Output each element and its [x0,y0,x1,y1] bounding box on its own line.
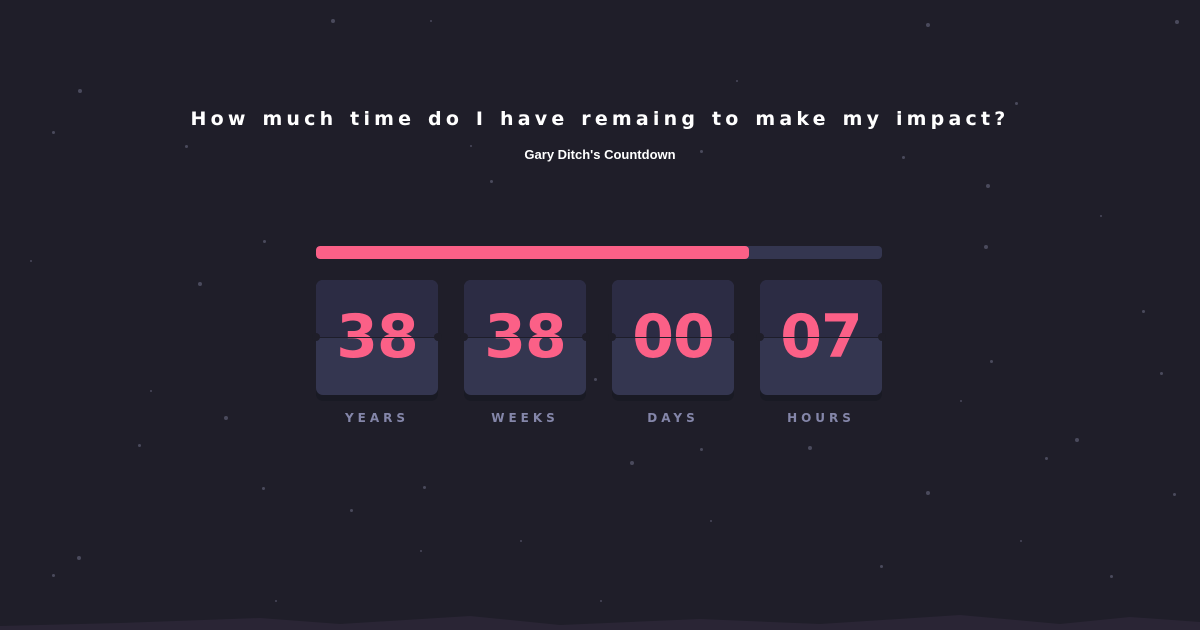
star-dot [150,390,152,392]
star-dot [77,556,81,560]
flip-card: 07 [756,280,886,395]
star-dot [600,600,602,602]
countdown-unit-years: 38 YEARS [312,280,442,425]
star-dot [1175,20,1179,24]
star-dot [520,540,522,542]
star-dot [423,486,426,489]
countdown-label: HOURS [787,411,855,425]
star-dot [52,131,55,134]
progress-bar-fill [316,246,749,259]
star-dot [1075,438,1079,442]
star-dot [1160,372,1163,375]
star-dot [926,23,930,27]
star-dot [880,565,883,568]
star-dot [78,89,82,93]
star-dot [1045,457,1048,460]
star-dot [1173,493,1176,496]
star-dot [710,520,712,522]
star-dot [984,245,988,249]
star-dot [1015,102,1018,105]
countdown-unit-days: 00 DAYS [608,280,738,425]
star-dot [262,487,265,490]
flip-card: 00 [608,280,738,395]
countdown-unit-weeks: 38 WEEKS [460,280,590,425]
star-dot [1100,215,1102,217]
star-dot [986,184,990,188]
star-dot [736,80,738,82]
star-dot [960,400,962,402]
countdown-timer: 38 YEARS 38 WEEKS 00 DAYS 07 HOURS [312,280,886,440]
countdown-label: DAYS [647,411,699,425]
star-dot [420,550,422,552]
star-dot [1110,575,1113,578]
star-dot [490,180,493,183]
star-dot [198,282,202,286]
star-dot [430,20,432,22]
star-dot [224,416,228,420]
page-title: How much time do I have remaing to make … [190,108,1010,130]
star-dot [990,360,993,363]
flip-card: 38 [460,280,590,395]
star-dot [138,444,141,447]
star-dot [263,240,266,243]
page-subtitle: Gary Ditch's Countdown [524,147,676,162]
star-dot [350,509,353,512]
countdown-label: YEARS [344,411,410,425]
star-dot [52,574,55,577]
star-dot [30,260,32,262]
progress-bar [316,246,882,259]
star-dot [926,491,930,495]
star-dot [700,448,703,451]
hills-silhouette [0,615,1200,630]
countdown-unit-hours: 07 HOURS [756,280,886,425]
star-dot [331,19,335,23]
star-dot [630,461,634,465]
flip-card: 38 [312,280,442,395]
countdown-label: WEEKS [491,411,559,425]
star-dot [808,446,812,450]
star-dot [1020,540,1022,542]
star-dot [275,600,277,602]
star-dot [1142,310,1145,313]
